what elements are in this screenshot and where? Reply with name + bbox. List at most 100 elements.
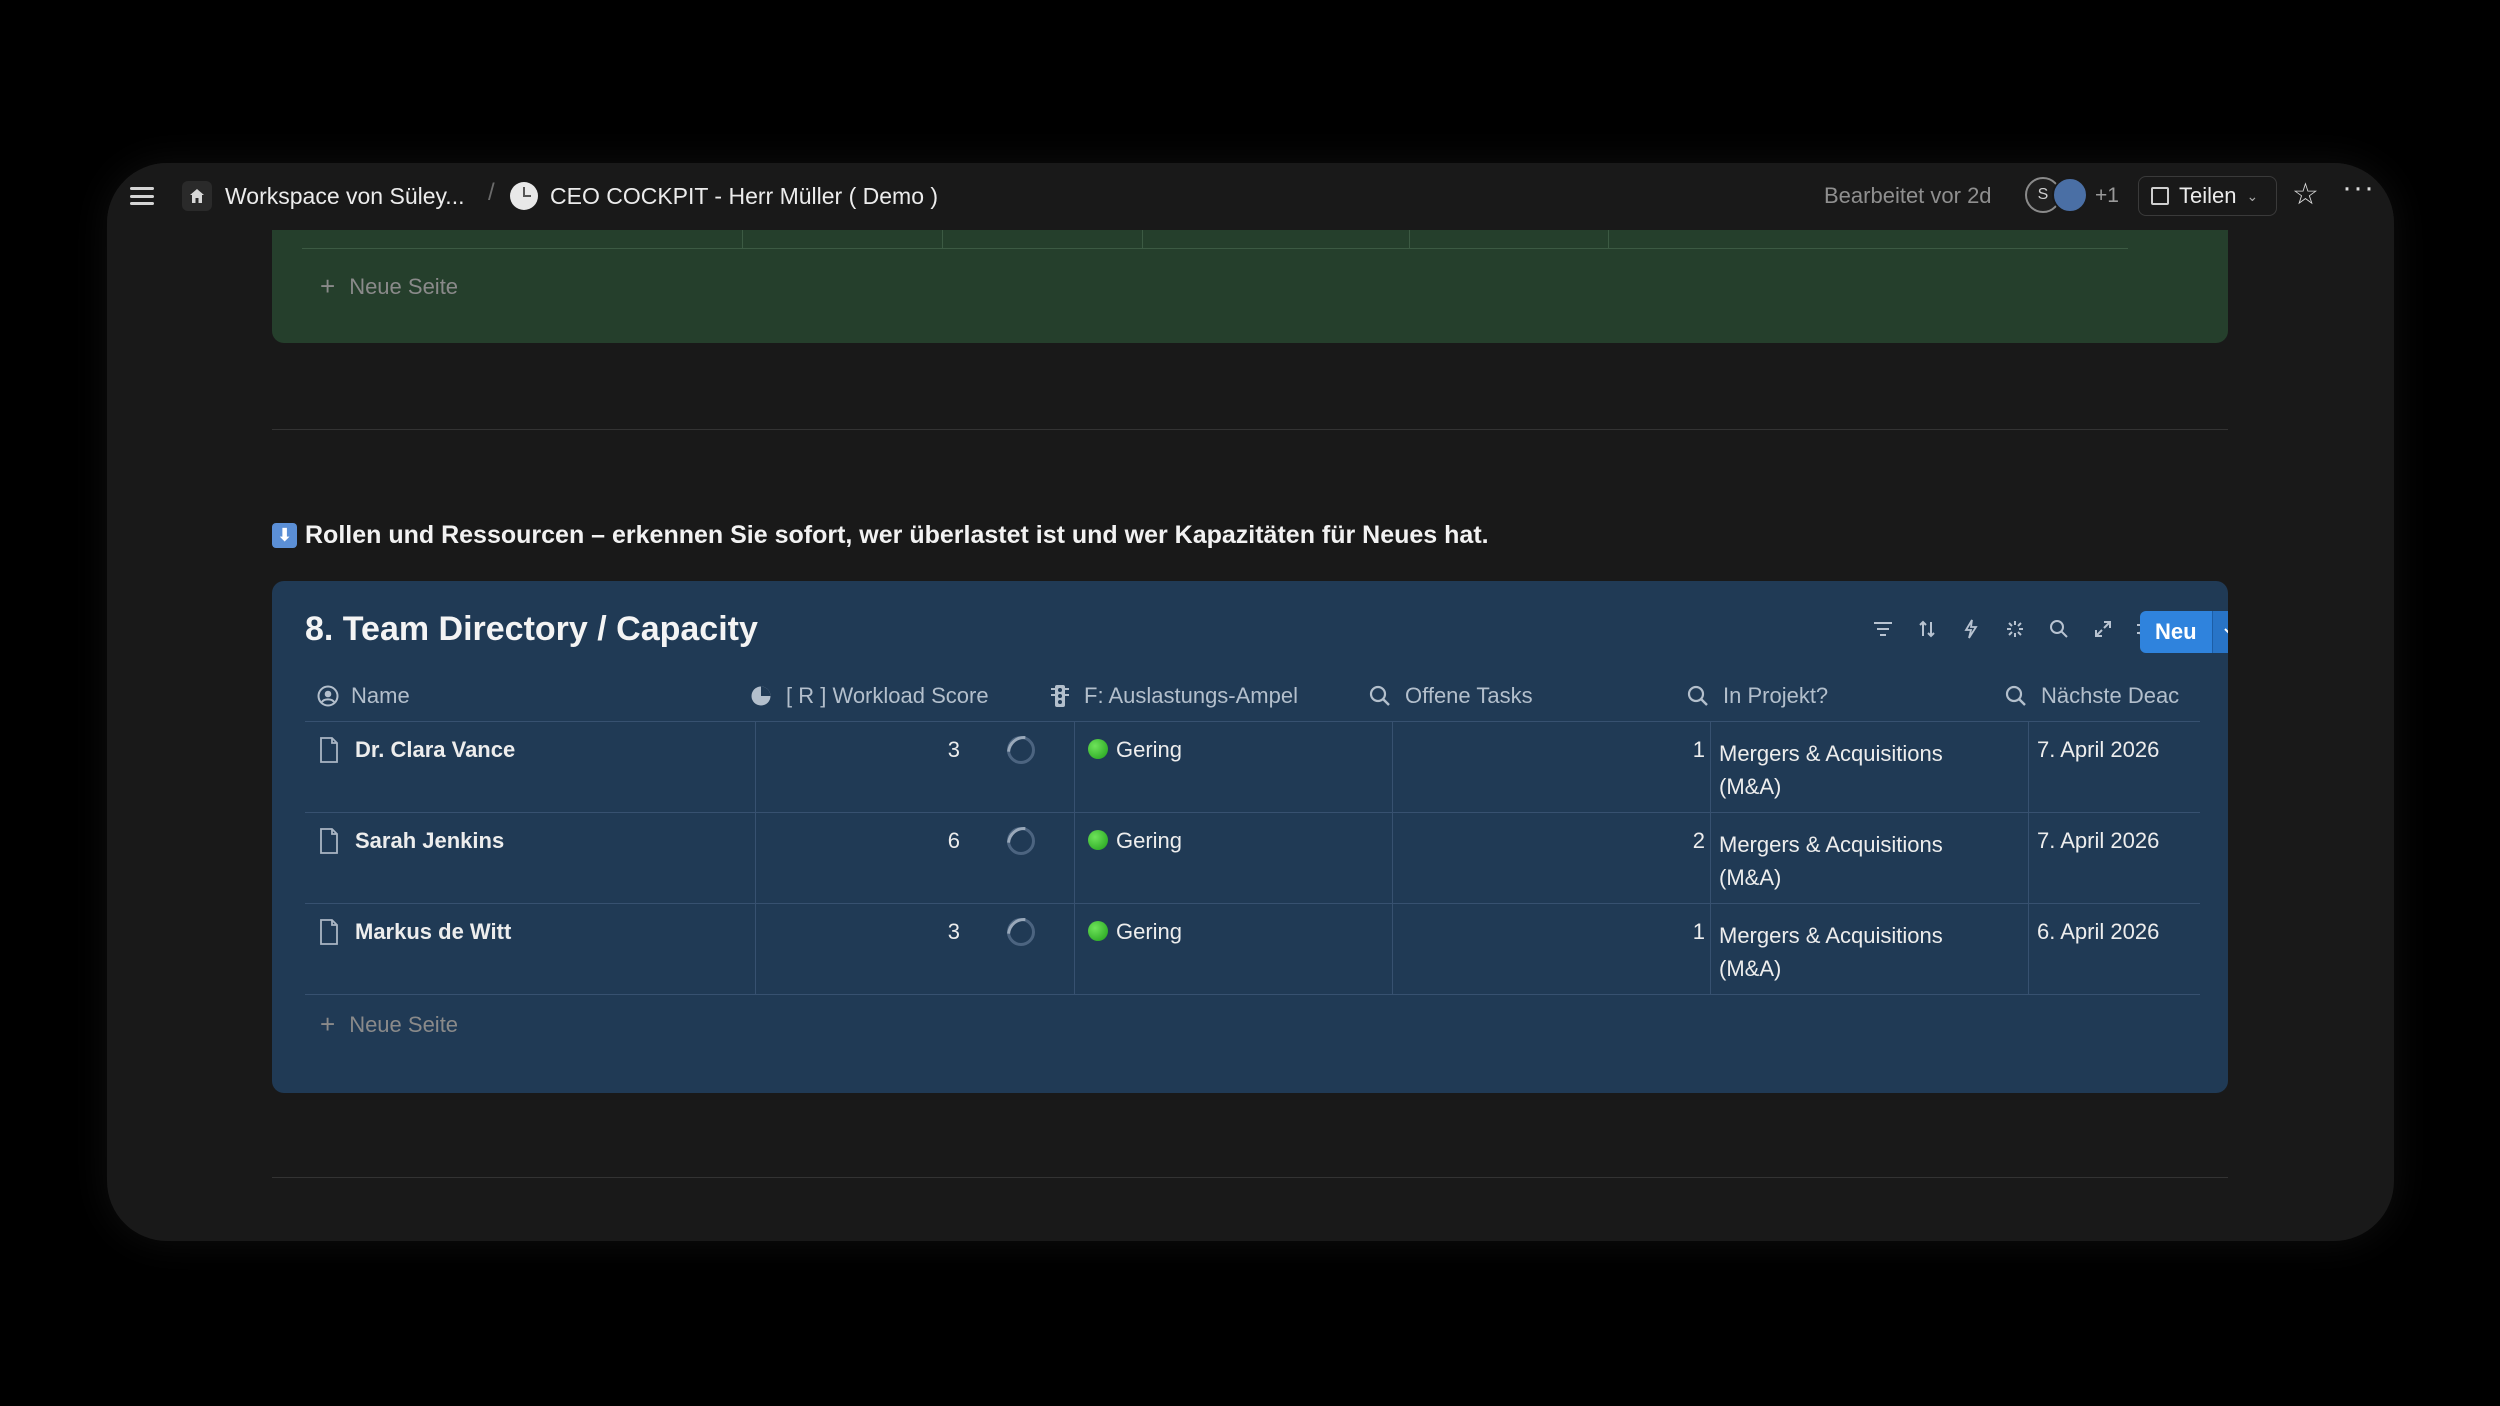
- db-new-page-button[interactable]: + Neue Seite: [320, 1009, 458, 1040]
- home-icon: [182, 181, 212, 211]
- chevron-down-icon[interactable]: [2211, 611, 2228, 653]
- filter-icon[interactable]: [1869, 615, 1897, 643]
- automation-lightning-icon[interactable]: [1957, 615, 1985, 643]
- project-cell[interactable]: Mergers & Acquisitions (M&A): [1719, 813, 2019, 904]
- project-name: Mergers & Acquisitions: [1719, 741, 1943, 766]
- next-deadline: 7. April 2026: [2037, 828, 2160, 853]
- person-icon: [317, 685, 339, 707]
- project-abbr: (M&A): [1719, 774, 1782, 799]
- new-page-label: Neue Seite: [349, 273, 459, 299]
- next-deadline: 7. April 2026: [2037, 737, 2160, 762]
- breadcrumb-separator: /: [488, 179, 495, 206]
- ai-sparkle-icon[interactable]: [2001, 615, 2029, 643]
- name-cell[interactable]: Dr. Clara Vance: [305, 722, 755, 813]
- plus-icon: +: [320, 271, 336, 301]
- top-bar: Workspace von Süley... / CEO COCKPIT - H…: [107, 163, 2394, 230]
- more-options-icon[interactable]: ···: [2342, 171, 2375, 205]
- column-label: Name: [351, 683, 410, 708]
- database-toolbar: [1869, 613, 2161, 645]
- name-cell[interactable]: Markus de Witt: [305, 904, 755, 995]
- search-icon: [1369, 685, 1390, 706]
- table-row[interactable]: Markus de Witt 3 Gering 1 Mergers & Acqu…: [305, 904, 2200, 995]
- column-header-workload[interactable]: [ R ] Workload Score: [750, 671, 989, 721]
- divider: [272, 1177, 2228, 1178]
- traffic-light-icon: [1051, 685, 1069, 707]
- project-abbr: (M&A): [1719, 956, 1782, 981]
- project-name: Mergers & Acquisitions: [1719, 923, 1943, 948]
- page-title: CEO COCKPIT - Herr Müller ( Demo ): [550, 182, 939, 209]
- workload-score: 3: [947, 737, 960, 762]
- column-label: Nächste Deac: [2041, 683, 2180, 708]
- plus-icon: +: [320, 1009, 336, 1039]
- workspace-label: Workspace von Süley...: [225, 182, 465, 209]
- team-directory-database: 8. Team Directory / Capacity Neu Name […: [272, 581, 2228, 1093]
- page-icon: [320, 737, 338, 763]
- share-label: Teilen: [2179, 183, 2237, 208]
- workload-score: 6: [947, 828, 960, 853]
- divider: [272, 429, 2228, 430]
- workload-score: 3: [947, 919, 960, 944]
- column-label: [ R ] Workload Score: [786, 683, 989, 708]
- table-row[interactable]: Dr. Clara Vance 3 Gering 1 Mergers & Acq…: [305, 722, 2200, 813]
- open-tasks: 1: [1692, 919, 1705, 944]
- table-header: Name [ R ] Workload Score F: Auslastungs…: [305, 671, 2200, 721]
- building-icon: [2151, 187, 2169, 205]
- column-header-next-deadline[interactable]: Nächste Deac: [2005, 671, 2200, 721]
- green-dot-icon: [1088, 739, 1108, 759]
- column-label: F: Auslastungs-Ampel: [1084, 683, 1298, 708]
- next-deadline: 6. April 2026: [2037, 919, 2160, 944]
- extra-users-count[interactable]: +1: [2095, 184, 2119, 208]
- status-badge: Gering: [1075, 722, 1393, 813]
- green-dot-icon: [1088, 830, 1108, 850]
- search-icon: [1687, 685, 1708, 706]
- database-title[interactable]: 8. Team Directory / Capacity: [305, 610, 758, 649]
- name-cell[interactable]: Sarah Jenkins: [305, 813, 755, 904]
- progress-ring-icon: [1007, 827, 1035, 855]
- project-abbr: (M&A): [1719, 865, 1782, 890]
- column-label: Offene Tasks: [1405, 683, 1533, 708]
- rollup-pie-icon: [751, 686, 771, 706]
- favorite-star-icon[interactable]: ☆: [2292, 177, 2319, 212]
- open-tasks: 2: [1692, 828, 1705, 853]
- expand-icon[interactable]: [2089, 615, 2117, 643]
- section-heading-text: Rollen und Ressourcen – erkennen Sie sof…: [305, 521, 1489, 549]
- breadcrumb-page[interactable]: CEO COCKPIT - Herr Müller ( Demo ): [510, 180, 938, 212]
- avatar-photo[interactable]: [2052, 177, 2088, 213]
- column-header-ampel[interactable]: F: Auslastungs-Ampel: [1050, 671, 1298, 721]
- green-dot-icon: [1088, 921, 1108, 941]
- status-label: Gering: [1116, 919, 1183, 944]
- column-label: In Projekt?: [1723, 683, 1829, 708]
- column-header-name[interactable]: Name: [305, 671, 410, 721]
- page-icon: [320, 828, 338, 854]
- breadcrumb-workspace[interactable]: Workspace von Süley...: [182, 180, 464, 212]
- status-badge: Gering: [1075, 904, 1393, 995]
- progress-ring-icon: [1007, 736, 1035, 764]
- column-header-tasks[interactable]: Offene Tasks: [1369, 671, 1533, 721]
- share-button[interactable]: Teilen ⌄: [2138, 176, 2277, 216]
- search-icon: [2005, 685, 2026, 706]
- new-button-label[interactable]: Neu: [2140, 611, 2212, 653]
- sort-icon[interactable]: [1913, 615, 1941, 643]
- section-heading: ⬇ Rollen und Ressourcen – erkennen Sie s…: [272, 521, 1489, 550]
- open-tasks: 1: [1692, 737, 1705, 762]
- chevron-down-icon: ⌄: [2246, 187, 2259, 204]
- table-row[interactable]: Sarah Jenkins 6 Gering 2 Mergers & Acqui…: [305, 813, 2200, 904]
- person-name: Markus de Witt: [355, 919, 512, 944]
- app-window: Workspace von Süley... / CEO COCKPIT - H…: [107, 163, 2394, 1241]
- page-icon: [320, 919, 338, 945]
- search-icon[interactable]: [2045, 615, 2073, 643]
- menu-icon[interactable]: [129, 183, 155, 209]
- progress-ring-icon: [1007, 918, 1035, 946]
- project-cell[interactable]: Mergers & Acquisitions (M&A): [1719, 904, 2019, 995]
- clock-icon: [510, 182, 538, 210]
- status-label: Gering: [1116, 737, 1183, 762]
- edited-status: Bearbeitet vor 2d: [1824, 183, 1992, 208]
- project-cell[interactable]: Mergers & Acquisitions (M&A): [1719, 722, 2019, 813]
- person-name: Dr. Clara Vance: [355, 737, 516, 762]
- arrow-down-icon: ⬇: [272, 523, 297, 548]
- green-new-page-button[interactable]: + Neue Seite: [320, 271, 458, 302]
- status-label: Gering: [1116, 828, 1183, 853]
- column-header-project[interactable]: In Projekt?: [1687, 671, 1828, 721]
- new-entry-button[interactable]: Neu: [2140, 611, 2228, 653]
- divider: [302, 248, 2128, 249]
